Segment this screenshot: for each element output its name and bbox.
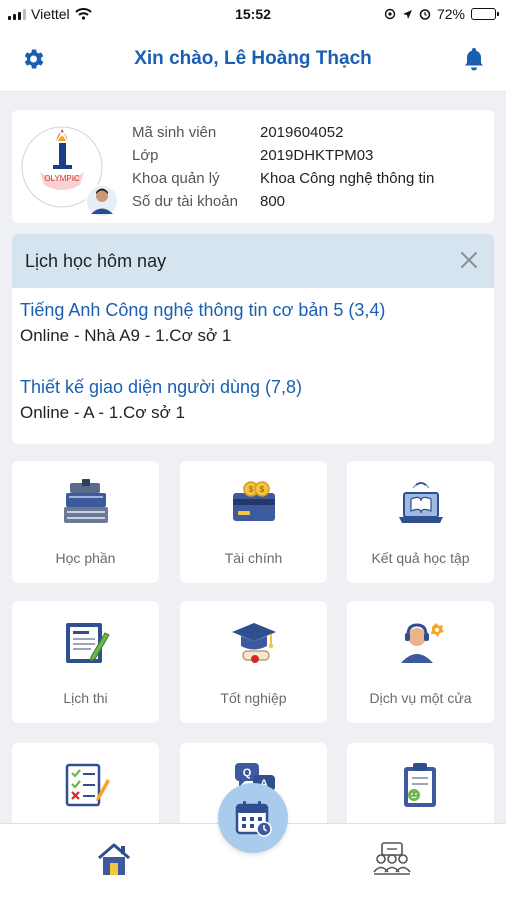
battery-percent: 72% <box>436 6 465 22</box>
home-icon[interactable] <box>95 841 133 877</box>
app-header: Xin chào, Lê Hoàng Thạch <box>0 28 506 92</box>
tile-label: Tài chính <box>224 550 283 566</box>
course-name[interactable]: Tiếng Anh Công nghệ thông tin cơ bản 5 (… <box>20 300 385 321</box>
tile-label: Học phần <box>55 550 116 566</box>
today-schedule-card: Lịch học hôm nay Tiếng Anh Công nghệ thô… <box>12 234 494 444</box>
schedule-course-item[interactable]: Tiếng Anh Công nghệ thông tin cơ bản 5 (… <box>20 300 385 346</box>
menu-tile-exam-schedule[interactable]: Lịch thi <box>12 601 159 723</box>
info-row-faculty: Khoa quản lý Khoa Công nghệ thông tin <box>132 167 434 190</box>
svg-text:$: $ <box>248 485 253 494</box>
graduation-cap-icon <box>231 623 276 663</box>
tile-label: Dịch vụ một cửa <box>369 690 472 706</box>
menu-tile-finance[interactable]: $ $ Tài chính <box>180 461 327 583</box>
course-location: Online - Nhà A9 - 1.Cơ sở 1 <box>20 326 232 345</box>
student-info-table: Mã sinh viên 2019604052 Lớp 2019DHKTPM03 K… <box>132 121 434 213</box>
menu-tile-results[interactable]: Kết quả học tập <box>347 461 494 583</box>
survey-clipboard-icon <box>403 763 436 807</box>
schedule-course-item[interactable]: Thiết kế giao diện người dùng (7,8) Onli… <box>20 377 302 423</box>
location-lock-icon <box>384 8 396 20</box>
svg-text:Q: Q <box>242 767 251 779</box>
schedule-title: Lịch học hôm nay <box>25 251 167 271</box>
tile-label: Tốt nghiệp <box>220 690 287 706</box>
olympic-logo-text: OLYMPIC <box>44 174 80 183</box>
status-right-group: 72% <box>384 6 499 22</box>
bell-icon[interactable] <box>462 46 486 72</box>
laptop-book-icon <box>398 482 443 523</box>
status-bar: Viettel 15:52 72% <box>0 0 506 28</box>
calendar-fab-button[interactable] <box>218 783 288 853</box>
info-label: Lớp <box>132 147 159 164</box>
tile-label: Lịch thi <box>63 690 108 706</box>
course-name[interactable]: Thiết kế giao diện người dùng (7,8) <box>20 377 302 398</box>
menu-tile-modules[interactable]: Học phần <box>12 461 159 583</box>
info-row-class: Lớp 2019DHKTPM03 <box>132 144 434 167</box>
info-row-balance: Số dư tài khoản 800 <box>132 190 434 213</box>
menu-tile-one-stop-service[interactable]: Dịch vụ một cửa <box>347 601 494 723</box>
info-label: Số dư tài khoản <box>132 193 238 210</box>
schedule-header: Lịch học hôm nay <box>12 234 494 288</box>
olympic-logo-avatar: OLYMPIC <box>21 126 119 217</box>
course-location: Online - A - 1.Cơ sở 1 <box>20 403 185 422</box>
greeting-title: Xin chào, Lê Hoàng Thạch <box>134 48 372 69</box>
battery-icon <box>471 8 499 20</box>
info-label: Mã sinh viên <box>132 124 217 141</box>
close-icon[interactable] <box>460 251 478 269</box>
info-value: 800 <box>260 193 286 210</box>
support-agent-icon <box>400 623 444 663</box>
checklist-icon <box>65 763 110 807</box>
student-profile-card: OLYMPIC Mã sinh viên 2019604052 Lớp 2019DH… <box>12 110 494 223</box>
info-row-student-id: Mã sinh viên 2019604052 <box>132 121 434 144</box>
exam-board-icon <box>65 623 110 663</box>
people-icon[interactable] <box>373 841 411 879</box>
menu-tile-graduation[interactable]: Tốt nghiệp <box>180 601 327 723</box>
alarm-icon <box>419 9 431 20</box>
info-label: Khoa quản lý <box>132 170 220 187</box>
calendar-icon <box>235 801 272 837</box>
books-icon <box>63 479 108 523</box>
credit-card-icon: $ $ <box>232 481 275 521</box>
location-arrow-icon <box>402 9 412 19</box>
tile-label: Kết quả học tập <box>371 550 470 566</box>
info-value: 2019604052 <box>260 124 344 141</box>
info-value: 2019DHKTPM03 <box>260 147 374 164</box>
info-value: Khoa Công nghệ thông tin <box>260 170 435 187</box>
svg-text:$: $ <box>259 485 264 494</box>
